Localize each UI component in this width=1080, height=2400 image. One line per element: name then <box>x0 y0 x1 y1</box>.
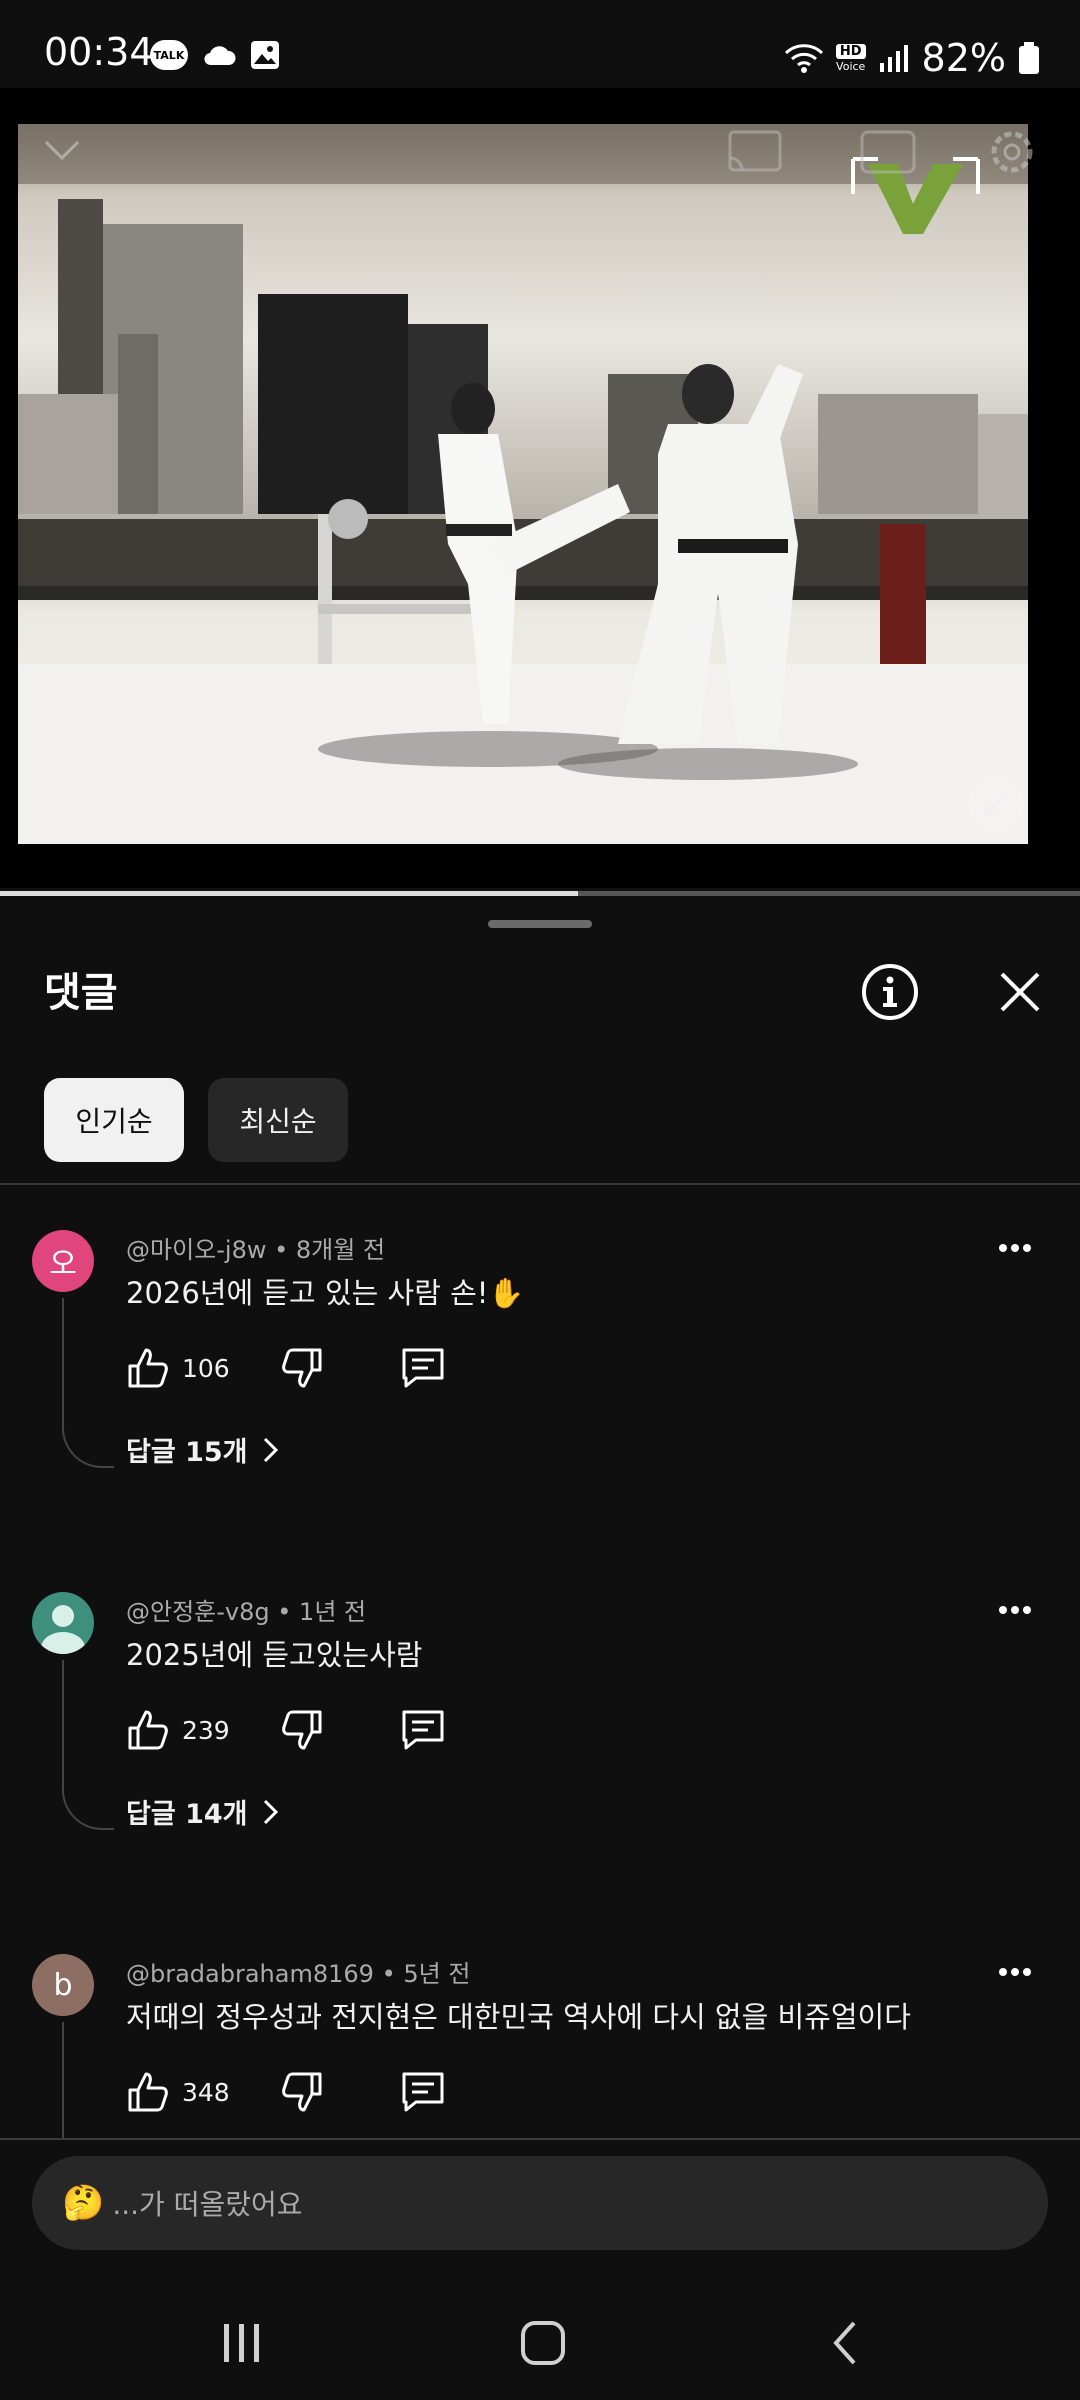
comment-age: 8개월 전 <box>295 1236 386 1264</box>
reply-icon[interactable] <box>400 1346 446 1390</box>
reply-icon[interactable] <box>400 1708 446 1752</box>
comment-input[interactable]: 🤔 ...가 떠올랐어요 <box>32 2156 1048 2250</box>
status-time: 00:34 <box>44 30 154 74</box>
status-bar: 00:34 TALK HD Voice 82% <box>0 0 1080 88</box>
drag-handle[interactable] <box>488 920 592 928</box>
comment-actions: 348 <box>126 2062 446 2122</box>
comment-input-placeholder: ...가 떠올랐어요 <box>112 2188 303 2221</box>
info-icon <box>862 964 918 1020</box>
dislike-icon[interactable] <box>280 1708 324 1752</box>
chevron-right-icon <box>263 1799 278 1824</box>
more-vert-icon <box>999 1968 1031 1976</box>
dislike-icon[interactable] <box>280 1346 324 1390</box>
cast-icon[interactable] <box>724 128 784 176</box>
gallery-icon <box>251 41 279 69</box>
comment-author[interactable]: @bradabraham8169 <box>126 1960 374 1988</box>
comment-age: 1년 전 <box>299 1598 367 1626</box>
settings-gear-icon[interactable] <box>984 124 1040 180</box>
dislike-icon[interactable] <box>280 2070 324 2114</box>
meta-separator: • <box>274 1236 289 1264</box>
meta-separator: • <box>277 1598 292 1626</box>
comment-item: @안정훈-v8g • 1년 전 2025년에 듣고있는사람 239 답글 14개 <box>0 1570 1080 1930</box>
system-icons: HD Voice 82% <box>784 36 1040 80</box>
back-icon[interactable] <box>830 2320 860 2366</box>
video-player[interactable] <box>0 88 1080 888</box>
avatar-letter: b <box>53 1967 73 2003</box>
comment-author[interactable]: @안정훈-v8g <box>126 1598 270 1626</box>
chevron-right-icon <box>263 1437 278 1462</box>
talk-badge-label: TALK <box>153 48 185 62</box>
notification-icons: TALK <box>150 40 280 70</box>
battery-percent: 82% <box>921 36 1006 80</box>
comments-sheet: 댓글 인기순 최신순 오 @마이오-j8w • 8개월 전 2026년에 듣고 … <box>0 898 1080 2138</box>
collapse-chevron-icon[interactable] <box>42 138 82 162</box>
comment-item: 오 @마이오-j8w • 8개월 전 2026년에 듣고 있는 사람 손!✋ 1… <box>0 1208 1080 1568</box>
thread-line <box>62 1660 64 1788</box>
like-icon[interactable] <box>126 1346 170 1390</box>
comment-item: b @bradabraham8169 • 5년 전 저때의 정우성과 전지현은 … <box>0 1932 1080 2138</box>
thread-line <box>62 1298 64 1426</box>
more-options-button[interactable] <box>998 1962 1032 1981</box>
fullscreen-icon[interactable] <box>966 774 1026 834</box>
wifi-icon <box>784 44 823 73</box>
like-icon[interactable] <box>126 1708 170 1752</box>
progress-fill[interactable] <box>0 891 578 896</box>
view-replies-button[interactable]: 답글 14개 <box>126 1792 280 1831</box>
filter-chip-newest[interactable]: 최신순 <box>208 1078 348 1162</box>
captions-icon[interactable] <box>858 128 918 176</box>
replies-label: 답글 14개 <box>126 1799 248 1830</box>
avatar-letter: 오 <box>49 1247 77 1282</box>
more-vert-icon <box>999 1244 1031 1252</box>
comment-meta: @안정훈-v8g • 1년 전 <box>126 1592 366 1627</box>
view-replies-button[interactable]: 답글 15개 <box>126 1430 280 1469</box>
more-options-button[interactable] <box>998 1600 1032 1619</box>
avatar[interactable] <box>32 1592 94 1654</box>
like-icon[interactable] <box>126 2070 170 2114</box>
home-icon[interactable] <box>520 2320 566 2366</box>
thread-curve <box>62 1426 114 1468</box>
sheet-title: 댓글 <box>44 970 118 1016</box>
reply-icon[interactable] <box>400 2070 446 2114</box>
like-count: 239 <box>182 1715 230 1745</box>
kakaotalk-icon: TALK <box>150 40 188 70</box>
like-count: 106 <box>182 1353 230 1383</box>
filter-chip-top[interactable]: 인기순 <box>44 1078 184 1162</box>
battery-icon <box>1019 42 1039 74</box>
meta-separator: • <box>381 1960 396 1988</box>
close-icon <box>1000 972 1040 1012</box>
replies-label: 답글 15개 <box>126 1437 248 1468</box>
avatar[interactable]: 오 <box>32 1230 94 1292</box>
thinking-emoji-icon: 🤔 <box>62 2183 105 2223</box>
avatar[interactable]: b <box>32 1954 94 2016</box>
comment-author[interactable]: @마이오-j8w <box>126 1236 266 1264</box>
comment-text: 2025년에 듣고있는사람 <box>126 1638 423 1672</box>
cloud-icon <box>204 46 236 66</box>
more-vert-icon <box>999 1606 1031 1614</box>
thread-line <box>62 2022 64 2138</box>
comment-text: 2026년에 듣고 있는 사람 손!✋ <box>126 1276 525 1310</box>
more-options-button[interactable] <box>998 1238 1032 1257</box>
hd-label: HD <box>835 44 866 59</box>
recent-apps-icon[interactable] <box>220 2322 264 2364</box>
info-button[interactable] <box>860 962 920 1022</box>
video-frame[interactable] <box>18 124 1028 844</box>
voice-label: Voice <box>836 60 866 73</box>
comment-age: 5년 전 <box>403 1960 471 1988</box>
default-avatar-icon <box>41 1605 85 1654</box>
comment-text: 저때의 정우성과 전지현은 대한민국 역사에 다시 없을 비쥬얼이다 <box>126 2000 911 2034</box>
video-scene <box>18 124 1028 844</box>
sheet-divider <box>0 1183 1080 1185</box>
system-nav-bar <box>0 2280 1080 2400</box>
input-divider <box>0 2138 1080 2140</box>
comment-meta: @bradabraham8169 • 5년 전 <box>126 1954 470 1989</box>
close-button[interactable] <box>990 962 1050 1022</box>
signal-icon <box>879 45 908 72</box>
like-count: 348 <box>182 2077 230 2107</box>
thread-curve <box>62 1788 114 1830</box>
hd-voice-icon: HD Voice <box>835 44 866 73</box>
comment-meta: @마이오-j8w • 8개월 전 <box>126 1230 385 1265</box>
comment-actions: 106 <box>126 1338 446 1398</box>
comment-actions: 239 <box>126 1700 446 1760</box>
